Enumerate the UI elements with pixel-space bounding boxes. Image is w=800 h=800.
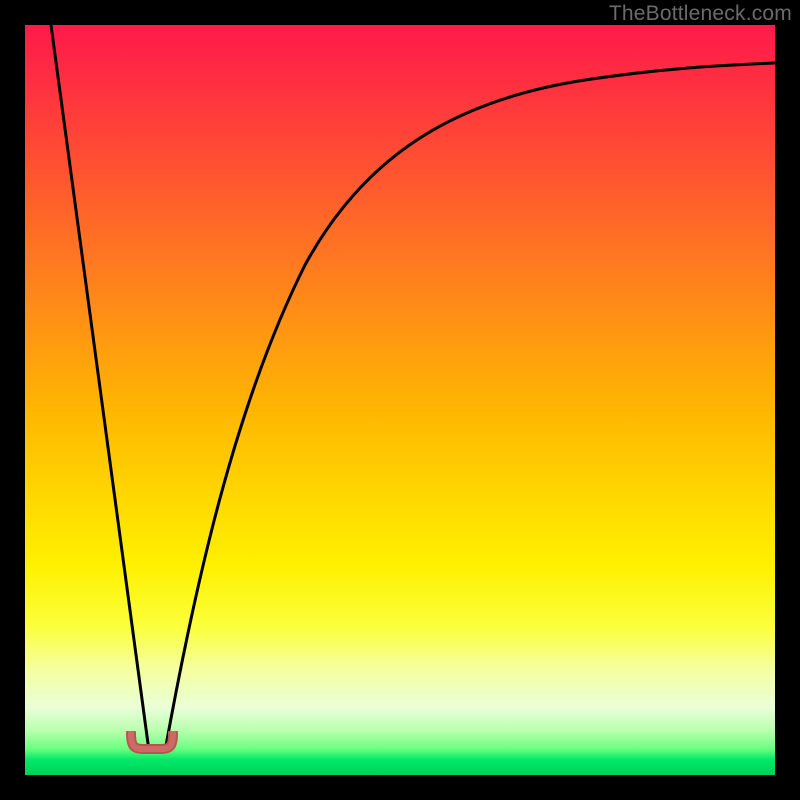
curve-right-branch	[165, 63, 775, 751]
curve-left-branch	[51, 25, 149, 751]
marker-u-shape-inner-icon	[131, 733, 173, 749]
plot-area	[25, 25, 775, 775]
optimum-marker	[125, 731, 179, 755]
chart-frame: TheBottleneck.com	[0, 0, 800, 800]
watermark-text: TheBottleneck.com	[609, 2, 792, 26]
bottleneck-curve	[25, 25, 775, 775]
